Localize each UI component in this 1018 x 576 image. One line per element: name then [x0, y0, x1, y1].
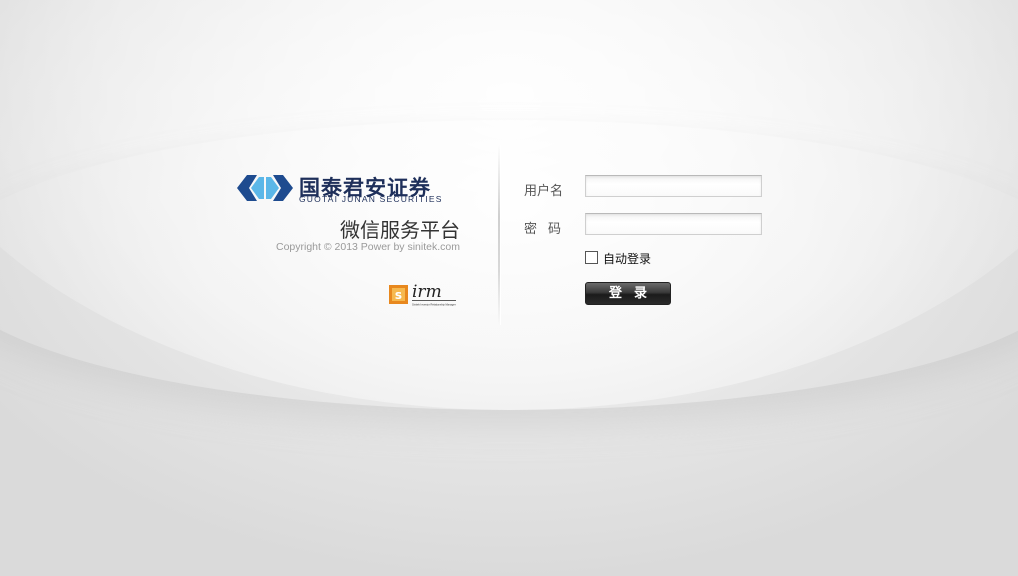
company-logo: 国泰君安证券 GUOTAI JUNAN SECURITIES [237, 170, 462, 206]
platform-title: 微信服务平台 [340, 218, 460, 242]
svg-text:s: s [395, 288, 402, 302]
irm-logo-text: irm [412, 282, 442, 302]
vertical-divider [498, 145, 500, 325]
password-label: 密码 [524, 222, 573, 237]
irm-logo: s irm Sinitek Investor Relationship Mana… [389, 282, 456, 307]
company-name-en: GUOTAI JUNAN SECURITIES [299, 194, 443, 204]
company-logo-icon [237, 175, 293, 201]
login-page: 国泰君安证券 GUOTAI JUNAN SECURITIES 微信服务平台 Co… [0, 0, 1018, 576]
auto-login-checkbox[interactable] [585, 251, 598, 264]
password-input[interactable] [585, 213, 762, 235]
background-arc-edge [0, 120, 1018, 410]
auto-login-label[interactable]: 自动登录 [603, 250, 651, 267]
copyright-text: Copyright © 2013 Power by sinitek.com [276, 241, 460, 253]
login-button[interactable]: 登录 [585, 282, 671, 305]
username-label: 用户名 [524, 184, 564, 199]
username-input[interactable] [585, 175, 762, 197]
irm-logo-subtext: Sinitek Investor Relationship Manager [412, 303, 456, 307]
